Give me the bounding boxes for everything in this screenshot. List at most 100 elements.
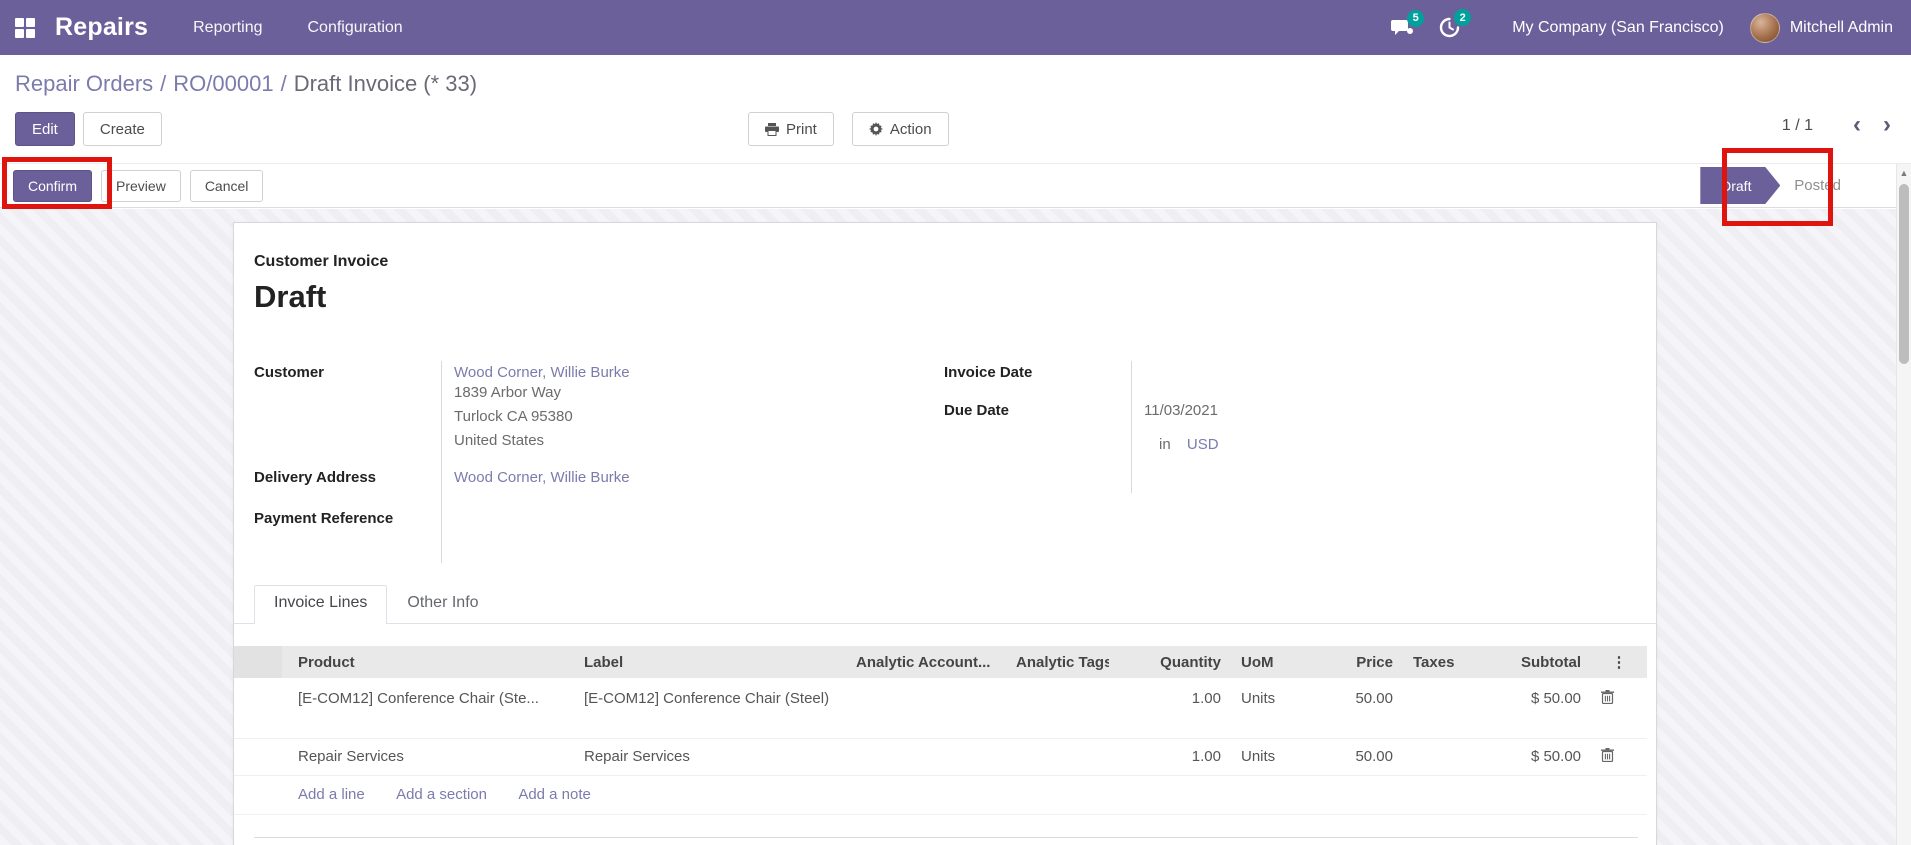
invoice-date-value[interactable] (1131, 361, 1144, 381)
invoice-date-label: Invoice Date (944, 364, 1033, 381)
vertical-scrollbar[interactable]: ▲ (1896, 164, 1911, 845)
col-price[interactable]: Price (1293, 646, 1403, 678)
tab-other-info[interactable]: Other Info (387, 585, 498, 623)
breadcrumb-separator: / (160, 71, 167, 96)
col-analytic-tags[interactable]: Analytic Tags (1006, 646, 1109, 678)
cell-uom[interactable]: Units (1231, 678, 1293, 739)
breadcrumb-active: Draft Invoice (* 33) (293, 71, 478, 96)
form-view-background: Customer Invoice Draft Customer Wood Cor… (0, 209, 1911, 845)
col-analytic-account[interactable]: Analytic Account... (846, 646, 1006, 678)
field-group-right: Invoice Date Due Date 11/03/2021 in USD (944, 361, 1384, 453)
delivery-address-link[interactable]: Wood Corner, Willie Burke (454, 469, 630, 486)
cell-analytic-tags[interactable] (1006, 738, 1109, 776)
field-delivery-address: Delivery Address Wood Corner, Willie Bur… (254, 466, 630, 489)
customer-link[interactable]: Wood Corner, Willie Burke (454, 364, 630, 381)
currency-prefix: in (1159, 436, 1171, 453)
cell-taxes[interactable] (1403, 738, 1467, 776)
cell-label[interactable]: [E-COM12] Conference Chair (Steel) (574, 678, 846, 739)
add-a-note-link[interactable]: Add a note (518, 786, 591, 803)
cell-price[interactable]: 50.00 (1293, 678, 1403, 739)
document-type-label: Customer Invoice (254, 253, 389, 270)
table-footer-row: Add a line Add a section Add a note (234, 775, 1647, 815)
payment-reference-value[interactable] (441, 507, 454, 527)
col-taxes[interactable]: Taxes (1403, 646, 1467, 678)
row-handle[interactable] (234, 678, 282, 739)
cell-product[interactable]: Repair Services (298, 748, 564, 765)
optional-columns-icon[interactable]: ⋮ (1601, 653, 1637, 671)
invoice-line-row[interactable]: [E-COM12] Conference Chair (Ste... [E-CO… (234, 678, 1647, 739)
col-label[interactable]: Label (574, 646, 846, 678)
delete-line-icon[interactable] (1601, 747, 1614, 762)
optional-columns-header[interactable]: ⋮ (1591, 646, 1647, 678)
invoice-line-row[interactable]: Repair Services Repair Services 1.00 Uni… (234, 738, 1647, 776)
company-switcher[interactable]: My Company (San Francisco) (1512, 19, 1724, 37)
status-draft[interactable]: Draft (1700, 167, 1780, 204)
due-date-value[interactable]: 11/03/2021 (1131, 399, 1218, 422)
customer-label: Customer (254, 364, 325, 381)
scrollbar-up-arrow[interactable]: ▲ (1897, 168, 1911, 178)
printer-icon (765, 122, 779, 136)
status-posted[interactable]: Posted (1794, 177, 1841, 194)
messages-count-badge: 5 (1407, 9, 1425, 27)
breadcrumb: Repair Orders / RO/00001/Draft Invoice (* … (15, 71, 477, 97)
action-button[interactable]: Action (851, 112, 949, 146)
messages-button[interactable]: 5 (1391, 9, 1425, 38)
row-handle[interactable] (234, 738, 282, 776)
cell-analytic-account[interactable] (846, 678, 1006, 739)
breadcrumb-separator: / (280, 71, 287, 96)
nav-menu-reporting[interactable]: Reporting (193, 19, 262, 37)
field-payment-reference: Payment Reference (254, 507, 630, 527)
edit-button[interactable]: Edit (15, 112, 75, 146)
col-uom[interactable]: UoM (1231, 646, 1293, 678)
table-header-row: Product Label Analytic Account... Analyt… (234, 646, 1647, 678)
cell-quantity[interactable]: 1.00 (1109, 738, 1231, 776)
confirm-button[interactable]: Confirm (13, 169, 93, 202)
address-line: 1839 Arbor Way (454, 384, 561, 401)
scrollbar-thumb[interactable] (1899, 184, 1909, 364)
apps-menu-icon[interactable] (15, 17, 35, 38)
col-product[interactable]: Product (282, 646, 574, 678)
user-menu[interactable]: Mitchell Admin (1749, 12, 1893, 43)
cell-taxes[interactable] (1403, 678, 1467, 739)
due-date-label: Due Date (944, 402, 1010, 419)
app-name[interactable]: Repairs (55, 13, 148, 42)
col-subtotal[interactable]: Subtotal (1467, 646, 1591, 678)
currency-link[interactable]: USD (1187, 436, 1219, 453)
pager-next-button[interactable]: › (1883, 113, 1891, 137)
cell-analytic-tags[interactable] (1006, 678, 1109, 739)
control-panel: Repair Orders / RO/00001/Draft Invoice (* … (0, 55, 1911, 163)
cell-analytic-account[interactable] (846, 738, 1006, 776)
navbar-right: 5 2 My Company (San Francisco) Mitchell … (1391, 9, 1911, 43)
cell-label[interactable]: Repair Services (574, 738, 846, 776)
cell-product[interactable]: [E-COM12] Conference Chair (Ste... (298, 690, 564, 707)
field-invoice-date: Invoice Date (944, 361, 1384, 381)
pager-previous-button[interactable]: ‹ (1853, 113, 1861, 137)
breadcrumb-repair-orders[interactable]: Repair Orders (15, 71, 153, 96)
col-quantity[interactable]: Quantity (1109, 646, 1231, 678)
print-button[interactable]: Print (748, 112, 834, 146)
user-avatar (1749, 12, 1780, 43)
breadcrumb-ro00001[interactable]: RO/00001 (173, 71, 273, 96)
create-button[interactable]: Create (82, 112, 162, 146)
row-handle-column (234, 646, 282, 678)
cell-uom[interactable]: Units (1231, 738, 1293, 776)
statusbar: Confirm Preview Cancel Draft Posted (0, 163, 1911, 208)
address-line: United States (454, 432, 545, 449)
field-group-left: Customer Wood Corner, Willie Burke 1839 … (254, 361, 630, 527)
add-a-line-link[interactable]: Add a line (298, 786, 365, 803)
delete-line-icon[interactable] (1601, 690, 1614, 704)
preview-button[interactable]: Preview (101, 169, 181, 202)
nav-menu-configuration[interactable]: Configuration (308, 19, 403, 37)
tab-invoice-lines[interactable]: Invoice Lines (254, 585, 388, 624)
cancel-button[interactable]: Cancel (189, 169, 264, 202)
add-a-section-link[interactable]: Add a section (396, 786, 487, 803)
cell-subtotal[interactable]: $ 50.00 (1467, 678, 1591, 739)
activities-button[interactable]: 2 (1439, 9, 1472, 38)
cell-quantity[interactable]: 1.00 (1109, 678, 1231, 739)
field-customer: Customer Wood Corner, Willie Burke 1839 … (254, 361, 630, 456)
address-line: Turlock CA 95380 (454, 408, 573, 425)
invoice-sheet: Customer Invoice Draft Customer Wood Cor… (233, 222, 1657, 845)
field-due-date: Due Date 11/03/2021 (944, 399, 1384, 422)
cell-price[interactable]: 50.00 (1293, 738, 1403, 776)
cell-subtotal[interactable]: $ 50.00 (1467, 738, 1591, 776)
